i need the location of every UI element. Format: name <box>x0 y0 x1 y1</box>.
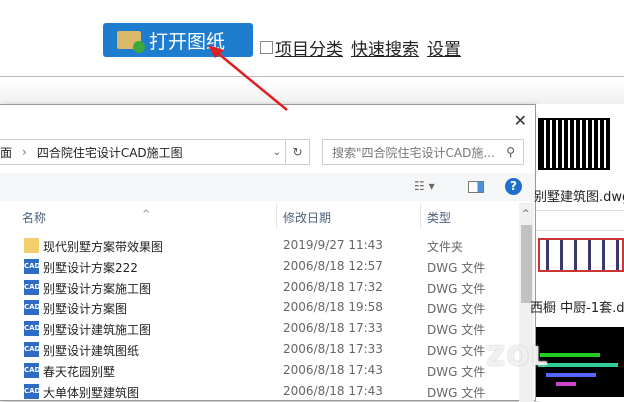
thumbnail-caption[interactable]: 别墅建筑图.dwg <box>534 186 624 205</box>
open-drawing-button[interactable]: 打开图纸 <box>103 23 253 57</box>
file-date: 2006/8/18 19:58 <box>283 300 383 315</box>
cad-file-icon: CAD <box>24 321 40 337</box>
quick-search-link[interactable]: 快速搜索 <box>351 35 419 60</box>
file-name: 别墅设计建筑图纸 <box>43 343 140 358</box>
file-type: 文件夹 <box>427 240 464 254</box>
open-folder-icon <box>117 31 145 53</box>
file-row[interactable]: CAD 别墅设计方案222 2006/8/18 12:57 DWG 文件 <box>0 256 520 277</box>
file-date: 2006/8/18 17:43 <box>283 362 383 377</box>
file-type: DWG 文件 <box>427 385 486 400</box>
file-date: 2006/8/18 17:32 <box>283 279 383 294</box>
breadcrumb-separator: › <box>22 145 27 159</box>
file-name: 现代别墅方案带效果图 <box>43 240 164 254</box>
folder-icon <box>24 238 39 253</box>
chevron-down-icon[interactable]: ⌄ <box>273 147 281 158</box>
cad-file-icon: CAD <box>24 279 40 295</box>
sort-caret-icon: ^ <box>142 209 151 220</box>
drawing-thumbnail[interactable] <box>538 238 624 272</box>
file-date: 2006/8/18 17:33 <box>283 341 383 356</box>
file-name: 别墅设计方案222 <box>43 260 138 275</box>
settings-link[interactable]: 设置 <box>427 35 461 60</box>
close-icon[interactable]: ✕ <box>514 111 527 130</box>
file-date: 2019/9/27 11:43 <box>283 238 383 252</box>
cad-file-icon: CAD <box>24 258 40 274</box>
file-row[interactable]: CAD 大单体别墅建筑图 2006/8/18 17:43 DWG 文件 <box>0 381 520 402</box>
file-row[interactable]: CAD 别墅设计方案施工图 2006/8/18 17:32 DWG 文件 <box>0 277 520 298</box>
file-row[interactable]: CAD 别墅设计方案图 2006/8/18 19:58 DWG 文件 <box>0 297 520 318</box>
file-row[interactable]: 现代别墅方案带效果图 2019/9/27 11:43 文件夹 <box>0 235 520 256</box>
refresh-icon[interactable]: ↻ <box>285 140 309 164</box>
file-date: 2006/8/18 17:33 <box>283 321 383 336</box>
help-icon[interactable]: ? <box>505 178 522 195</box>
file-type: DWG 文件 <box>427 302 486 317</box>
cad-file-icon: CAD <box>24 341 40 357</box>
column-type[interactable]: 类型 <box>427 209 451 226</box>
file-type: DWG 文件 <box>427 343 486 358</box>
file-date: 2006/8/18 17:43 <box>283 383 383 398</box>
file-name: 别墅设计方案施工图 <box>43 281 152 296</box>
search-input[interactable]: 搜索"四合院住宅设计CAD施... ⚲ <box>322 139 524 165</box>
file-type: DWG 文件 <box>427 281 486 296</box>
watermark: ZOL <box>486 342 550 372</box>
open-file-dialog: ✕ 桌面 › 四合院住宅设计CAD施工图 ⌄ ↻ 搜索"四合院住宅设计CAD施.… <box>0 104 536 402</box>
project-category-link[interactable]: 项目分类 <box>275 35 343 60</box>
column-name[interactable]: 名称 <box>22 209 46 226</box>
scroll-up-icon[interactable]: ^ <box>522 209 530 219</box>
file-date: 2006/8/18 12:57 <box>283 258 383 273</box>
thumbnail-caption[interactable]: 西橱 中厨-1套.dwg <box>530 297 624 316</box>
file-row[interactable]: CAD 别墅设计建筑图纸 2006/8/18 17:33 DWG 文件 <box>0 339 520 360</box>
file-name: 大单体别墅建筑图 <box>43 385 140 400</box>
file-row[interactable]: CAD 别墅设计建筑施工图 2006/8/18 17:33 DWG 文件 <box>0 318 520 339</box>
view-options-icon[interactable]: ☷ ▾ <box>414 179 435 193</box>
column-date[interactable]: 修改日期 <box>283 209 331 226</box>
project-category-checkbox[interactable] <box>260 41 273 54</box>
file-name: 别墅设计方案图 <box>43 302 128 317</box>
breadcrumb-folder[interactable]: 四合院住宅设计CAD施工图 <box>37 144 183 161</box>
cad-file-icon: CAD <box>24 300 40 316</box>
column-headers: ^ 名称 修改日期 类型 <box>0 203 520 229</box>
drawing-thumbnail[interactable] <box>538 118 610 170</box>
file-type: DWG 文件 <box>427 364 486 379</box>
search-placeholder: 搜索"四合院住宅设计CAD施... <box>332 145 495 160</box>
preview-pane-icon[interactable] <box>468 181 484 193</box>
file-type: DWG 文件 <box>427 323 486 338</box>
scrollbar-thumb[interactable] <box>521 225 532 303</box>
open-drawing-label: 打开图纸 <box>149 30 226 53</box>
file-name: 别墅设计建筑施工图 <box>43 323 152 338</box>
cad-file-icon: CAD <box>24 362 40 378</box>
toolbar-strip <box>0 78 624 104</box>
file-list: 现代别墅方案带效果图 2019/9/27 11:43 文件夹 CAD 别墅设计方案2… <box>0 235 520 401</box>
file-type: DWG 文件 <box>427 260 486 275</box>
search-icon[interactable]: ⚲ <box>506 145 515 159</box>
file-name: 春天花园别墅 <box>43 364 116 379</box>
dialog-toolbar: ☷ ▾ ? <box>0 173 535 201</box>
address-bar[interactable]: 桌面 › 四合院住宅设计CAD施工图 ⌄ ↻ <box>0 139 310 165</box>
cad-file-icon: CAD <box>24 383 40 399</box>
app-toolbar: 打开图纸 项目分类 快速搜索 设置 <box>0 0 624 77</box>
breadcrumb-desktop[interactable]: 桌面 <box>0 144 12 161</box>
file-row[interactable]: CAD 春天花园别墅 2006/8/18 17:43 DWG 文件 <box>0 360 520 381</box>
